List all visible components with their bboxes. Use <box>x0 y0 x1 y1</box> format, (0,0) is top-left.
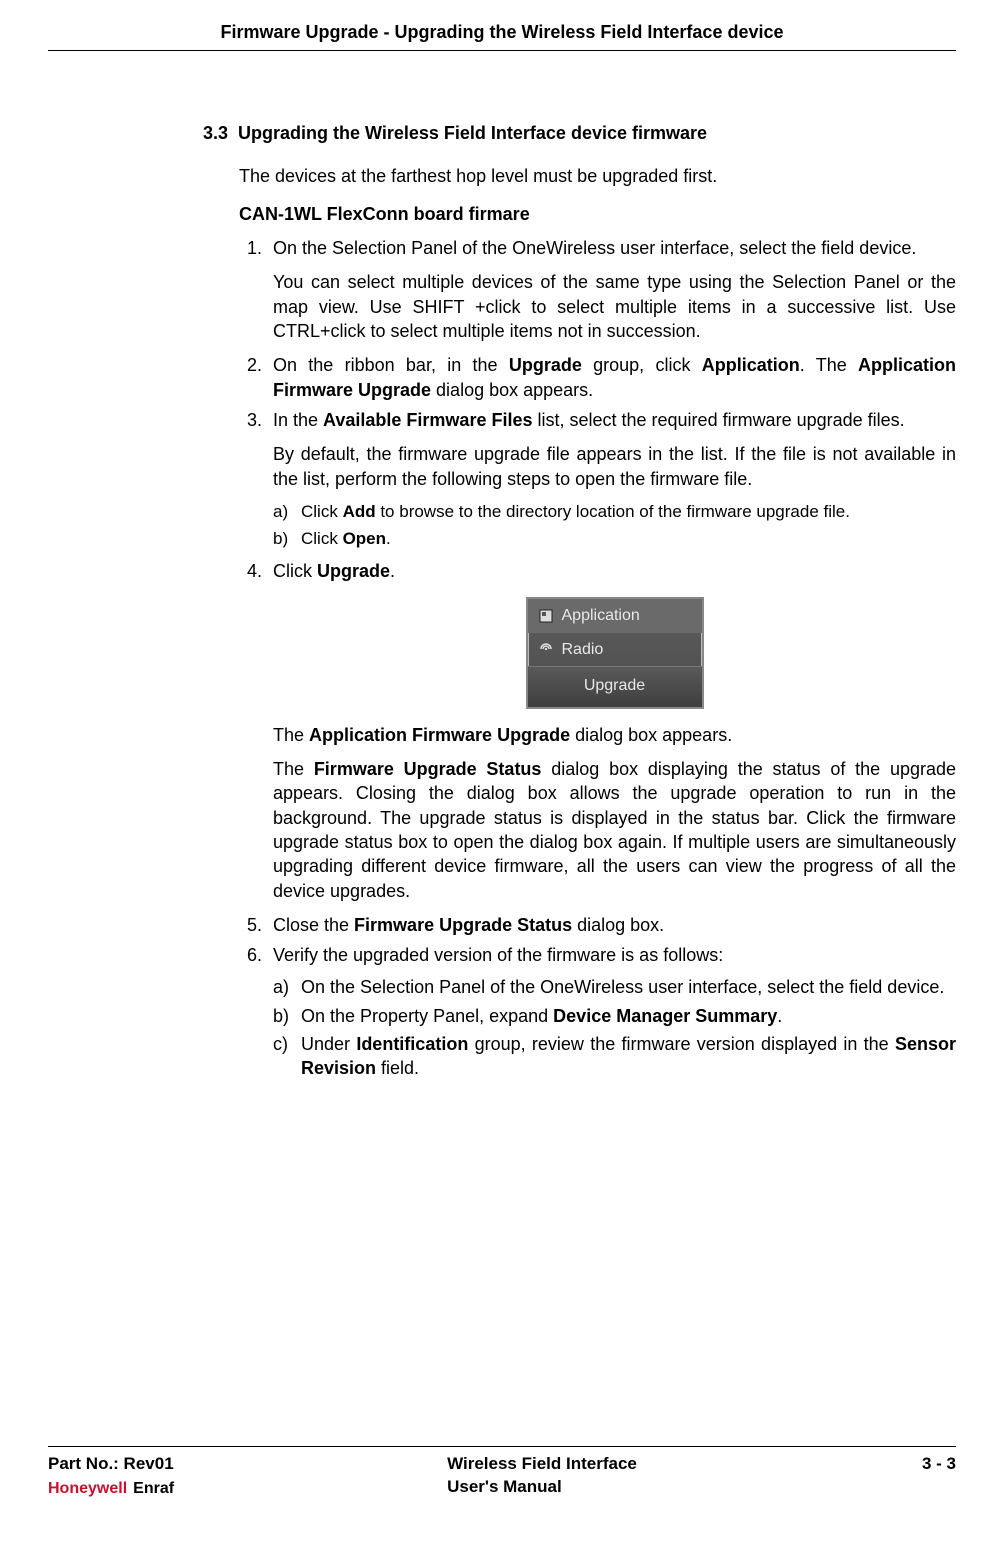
s6c-b1: Identification <box>356 1034 468 1054</box>
step-2-mid1: group, click <box>582 355 702 375</box>
section-subheading: CAN-1WL FlexConn board firmare <box>239 202 956 226</box>
panel-item-application-label: Application <box>562 605 640 627</box>
step-3-sublist: a) Click Add to browse to the directory … <box>273 501 956 551</box>
step-2-pre: On the ribbon bar, in the <box>273 355 509 375</box>
s3b-post: . <box>386 529 391 548</box>
page-header-title: Firmware Upgrade - Upgrading the Wireles… <box>48 20 956 44</box>
s6b-b: Device Manager Summary <box>553 1006 777 1026</box>
section-number: 3.3 <box>203 121 228 145</box>
step-5-b1: Firmware Upgrade Status <box>354 915 572 935</box>
footer-page-number: 3 - 3 <box>896 1453 956 1476</box>
footer-part-number: Part No.: Rev01 <box>48 1453 248 1476</box>
section-title: Upgrading the Wireless Field Interface d… <box>238 121 707 145</box>
s3a-pre: Click <box>301 502 343 521</box>
step-3b: b) Click Open. <box>273 528 956 551</box>
page-footer: Part No.: Rev01 Honeywell Enraf Wireless … <box>48 1446 956 1500</box>
marker-6a: a) <box>273 975 301 999</box>
step-6c: c) Under Identification group, review th… <box>273 1032 956 1081</box>
ap1-b: Application Firmware Upgrade <box>309 725 570 745</box>
s3b-pre: Click <box>301 529 343 548</box>
s6c-post: field. <box>376 1058 419 1078</box>
footer-doc-title-1: Wireless Field Interface <box>447 1453 637 1476</box>
step-4-post: . <box>390 561 395 581</box>
step-5-post: dialog box. <box>572 915 664 935</box>
footer-doc-title-2: User's Manual <box>447 1476 637 1499</box>
s3a-b: Add <box>343 502 376 521</box>
marker-b: b) <box>273 528 301 551</box>
after-panel-p1: The Application Firmware Upgrade dialog … <box>273 723 956 747</box>
step-2-post: dialog box appears. <box>431 380 593 400</box>
panel-item-radio[interactable]: Radio <box>528 633 702 667</box>
ap2-b: Firmware Upgrade Status <box>314 759 542 779</box>
step-2-mid2: . The <box>800 355 858 375</box>
footer-brand: Honeywell Enraf <box>48 1478 248 1500</box>
s3a-post: to browse to the directory location of t… <box>376 502 850 521</box>
brand-honeywell: Honeywell <box>48 1480 127 1497</box>
footer-rule <box>48 1446 956 1447</box>
upgrade-panel-figure: Application Radio Upgrade <box>273 597 956 709</box>
step-5: Close the Firmware Upgrade Status dialog… <box>267 913 956 937</box>
upgrade-panel: Application Radio Upgrade <box>526 597 704 709</box>
marker-6b: b) <box>273 1004 301 1028</box>
step-4-pre: Click <box>273 561 317 581</box>
ap1-pre: The <box>273 725 309 745</box>
step-3-note: By default, the firmware upgrade file ap… <box>273 442 956 491</box>
ap1-post: dialog box appears. <box>570 725 732 745</box>
step-6b: b) On the Property Panel, expand Device … <box>273 1004 956 1028</box>
panel-item-radio-label: Radio <box>562 639 604 661</box>
header-rule <box>48 50 956 51</box>
step-2-b2: Application <box>702 355 800 375</box>
panel-item-application[interactable]: Application <box>528 599 702 633</box>
ordered-steps: On the Selection Panel of the OneWireles… <box>239 236 956 1080</box>
step-2-b1: Upgrade <box>509 355 582 375</box>
application-icon <box>538 608 554 624</box>
s3b-b: Open <box>343 529 386 548</box>
s6b-post: . <box>777 1006 782 1026</box>
step-2: On the ribbon bar, in the Upgrade group,… <box>267 353 956 402</box>
step-6-text: Verify the upgraded version of the firmw… <box>273 945 723 965</box>
step-3-b1: Available Firmware Files <box>323 410 532 430</box>
radio-icon <box>538 641 554 657</box>
section-heading: 3.3 Upgrading the Wireless Field Interfa… <box>203 121 956 145</box>
brand-enraf: Enraf <box>133 1480 174 1497</box>
after-panel-p2: The Firmware Upgrade Status dialog box d… <box>273 757 956 903</box>
marker-6c: c) <box>273 1032 301 1081</box>
step-5-pre: Close the <box>273 915 354 935</box>
step-3: In the Available Firmware Files list, se… <box>267 408 956 551</box>
step-3-pre: In the <box>273 410 323 430</box>
step-6: Verify the upgraded version of the firmw… <box>267 943 956 1080</box>
step-1-note: You can select multiple devices of the s… <box>273 270 956 343</box>
ap2-pre: The <box>273 759 314 779</box>
s6a-text: On the Selection Panel of the OneWireles… <box>301 975 956 999</box>
step-1-text: On the Selection Panel of the OneWireles… <box>273 238 916 258</box>
s6b-pre: On the Property Panel, expand <box>301 1006 553 1026</box>
ap2-post: dialog box displaying the status of the … <box>273 759 956 900</box>
step-1: On the Selection Panel of the OneWireles… <box>267 236 956 343</box>
s6c-mid: group, review the firmware version displ… <box>468 1034 895 1054</box>
step-6a: a) On the Selection Panel of the OneWire… <box>273 975 956 999</box>
step-4: Click Upgrade. Application <box>267 559 956 903</box>
marker-a: a) <box>273 501 301 524</box>
panel-upgrade-button[interactable]: Upgrade <box>528 666 702 707</box>
section-intro: The devices at the farthest hop level mu… <box>239 164 956 188</box>
step-4-b1: Upgrade <box>317 561 390 581</box>
step-3a: a) Click Add to browse to the directory … <box>273 501 956 524</box>
s6c-pre: Under <box>301 1034 356 1054</box>
step-3-post1: list, select the required firmware upgra… <box>532 410 904 430</box>
step-6-sublist: a) On the Selection Panel of the OneWire… <box>273 975 956 1080</box>
